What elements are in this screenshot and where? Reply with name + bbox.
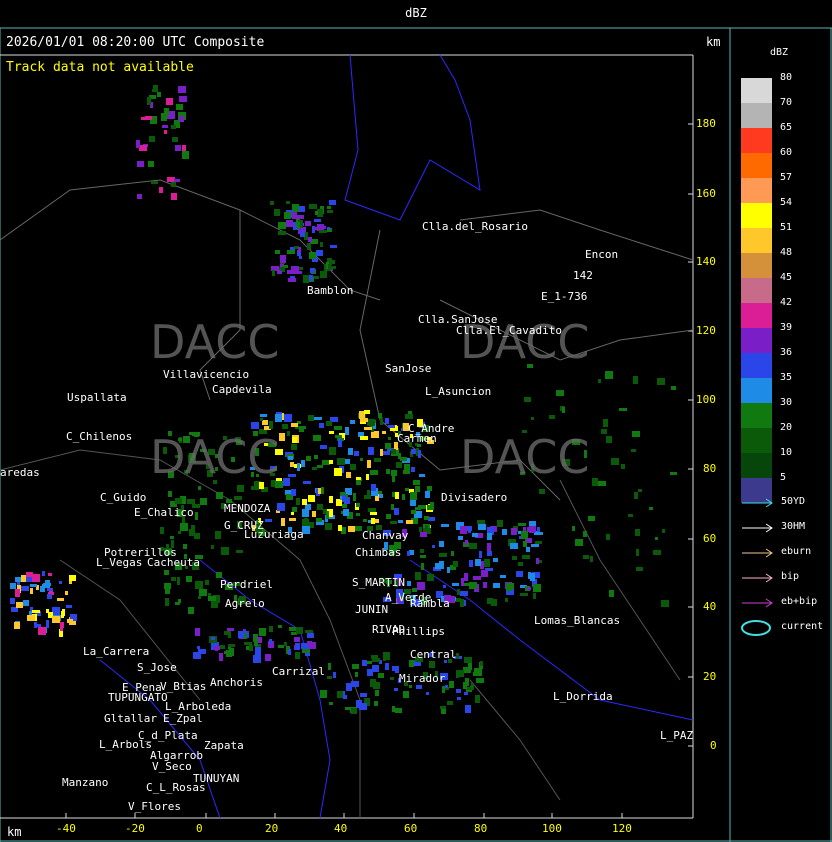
track-legend-label: 50YD — [781, 496, 806, 507]
track-legend-label: bip — [781, 571, 800, 582]
track-legend-symbols — [741, 498, 773, 636]
track-legend-label: eburn — [781, 546, 812, 557]
track-legend-label: 30HM — [781, 521, 806, 532]
track-legend-label: current — [781, 621, 824, 632]
current-track-icon — [741, 620, 771, 636]
track-legend-label: eb+bip — [781, 596, 818, 607]
